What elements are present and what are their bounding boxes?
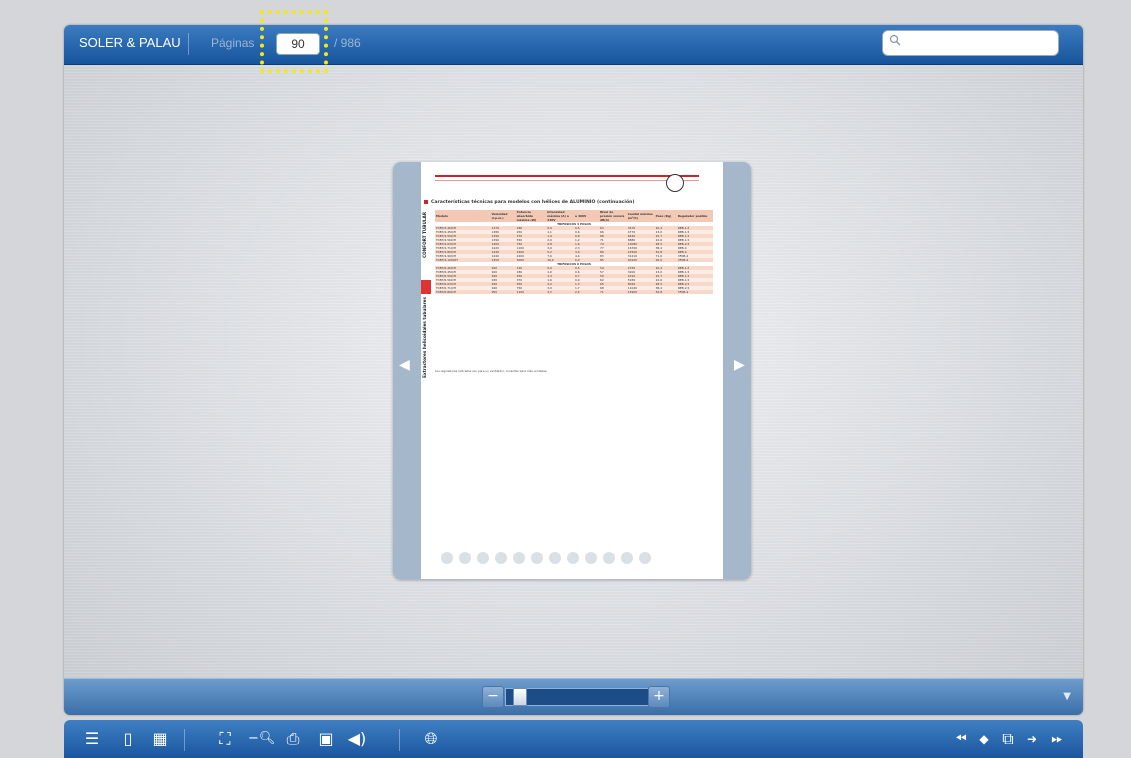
zoom-in-button[interactable]: +: [648, 686, 670, 708]
table-header-cell: Intensidad máxima (A) a 230V: [546, 210, 574, 222]
product-icon: [603, 552, 615, 564]
table-header-cell: Regulador posible: [676, 210, 713, 222]
fullscreen-icon[interactable]: ⛶: [215, 729, 235, 749]
product-icon: [513, 552, 525, 564]
table-row: TCBT/6-800/H 950 1100 4,2 2,4 71 14900 52,8 VFKB…: [435, 290, 713, 294]
table-cell: 950: [490, 290, 516, 294]
brand-logo[interactable]: SOLER & PALAU: [79, 35, 181, 50]
header-rule: [435, 180, 699, 181]
product-icon: [441, 552, 453, 564]
document-page[interactable]: Características técnicas para modelos co…: [421, 162, 723, 579]
specs-table: Modelo Velocidad (r.p.m.) Potencia absorbi…: [435, 210, 713, 294]
table-cell: 14900: [626, 290, 655, 294]
table-cell: 4,2: [546, 290, 574, 294]
table-footnote: Los reguladores indicados son para un ve…: [435, 369, 548, 373]
divider: [188, 33, 189, 55]
table-header-cell: Potencia absorbida máxima (W): [515, 210, 547, 222]
document-title: Características técnicas para modelos co…: [431, 200, 635, 205]
search-input[interactable]: [905, 34, 1054, 52]
bottom-toolbar: ☰ ▯ ▦ ⛶ −🔍︎ ⎙ ▣ ◀) 🌐︎ ⏪︎ ◆ ⧉ ➜ ⏩︎: [64, 720, 1083, 758]
page-total: / 986: [334, 36, 361, 50]
product-icon: [459, 552, 471, 564]
divider: [399, 729, 400, 751]
header-rule: [435, 175, 699, 177]
section-tab-marker: [421, 280, 431, 294]
table-header-cell: Peso (Kg): [654, 210, 677, 222]
flipbook: ◀ ▶ Características técnicas para modelo…: [393, 162, 751, 579]
save-icon[interactable]: ▣: [316, 729, 336, 749]
next-page-icon[interactable]: ➜: [1024, 729, 1040, 749]
single-page-view-icon[interactable]: ▯: [118, 729, 138, 749]
table-of-contents-icon[interactable]: ☰: [82, 729, 102, 749]
zoom-slider-handle[interactable]: [513, 688, 527, 706]
product-icon: [567, 552, 579, 564]
product-icon: [477, 552, 489, 564]
table-cell: 1100: [515, 290, 547, 294]
divider: [184, 729, 185, 751]
zoom-slider[interactable]: [505, 688, 657, 706]
collapse-arrow-icon[interactable]: ▼: [1063, 691, 1071, 702]
zoom-out-icon[interactable]: −🔍︎: [248, 729, 275, 749]
product-icon: [531, 552, 543, 564]
print-icon[interactable]: ⎙: [283, 729, 303, 749]
previous-page-icon[interactable]: ◆: [976, 729, 992, 749]
table-header-cell: Caudal máximo (m³/h): [626, 210, 655, 222]
share-globe-icon[interactable]: 🌐︎: [421, 729, 441, 749]
last-page-icon[interactable]: ⏩︎: [1046, 729, 1068, 749]
zoom-out-button[interactable]: −: [482, 686, 504, 708]
bullet-icon: [424, 200, 428, 204]
thumbnails-grid-icon[interactable]: ▦: [150, 729, 170, 749]
brand-logo-icon: [666, 174, 684, 192]
table-cell: 52,8: [654, 290, 677, 294]
zoom-bar: − + ▼: [64, 678, 1083, 715]
table-header-cell: Modelo: [435, 210, 491, 222]
product-icon: [621, 552, 633, 564]
page-flip-icon[interactable]: ⧉: [996, 729, 1020, 749]
table-header-cell: Velocidad (r.p.m.): [490, 210, 516, 222]
first-page-icon[interactable]: ⏪︎: [950, 729, 972, 749]
table-cell: 71: [599, 290, 627, 294]
table-cell: 2,4: [573, 290, 599, 294]
search-box[interactable]: [882, 30, 1059, 56]
product-icon: [495, 552, 507, 564]
side-section-label: CONFORT TUBULAR: [422, 212, 427, 258]
table-header-cell: a 400V: [573, 210, 599, 222]
next-page-arrow-icon[interactable]: ▶: [734, 357, 746, 377]
previous-page-arrow-icon[interactable]: ◀: [399, 357, 411, 377]
table-cell: TCBT/6-800/H: [435, 290, 491, 294]
side-category-label: Extractores helicoidales tubulares: [422, 297, 427, 378]
page-input-highlight: [260, 10, 328, 73]
product-icon: [585, 552, 597, 564]
pages-label: Páginas: [211, 36, 255, 50]
table-cell: VFKB-4: [676, 290, 713, 294]
viewer-window: SOLER & PALAU Páginas 90 / 986 ◀ ▶ Carac…: [64, 25, 1083, 715]
product-icon: [639, 552, 651, 564]
search-icon: [889, 34, 901, 46]
product-icon: [549, 552, 561, 564]
top-bar: SOLER & PALAU Páginas 90 / 986: [64, 25, 1083, 65]
sound-icon[interactable]: ◀): [346, 729, 368, 749]
product-icons-row: [441, 552, 701, 566]
table-header-cell: Nivel de presión sonora dB(A): [599, 210, 627, 222]
